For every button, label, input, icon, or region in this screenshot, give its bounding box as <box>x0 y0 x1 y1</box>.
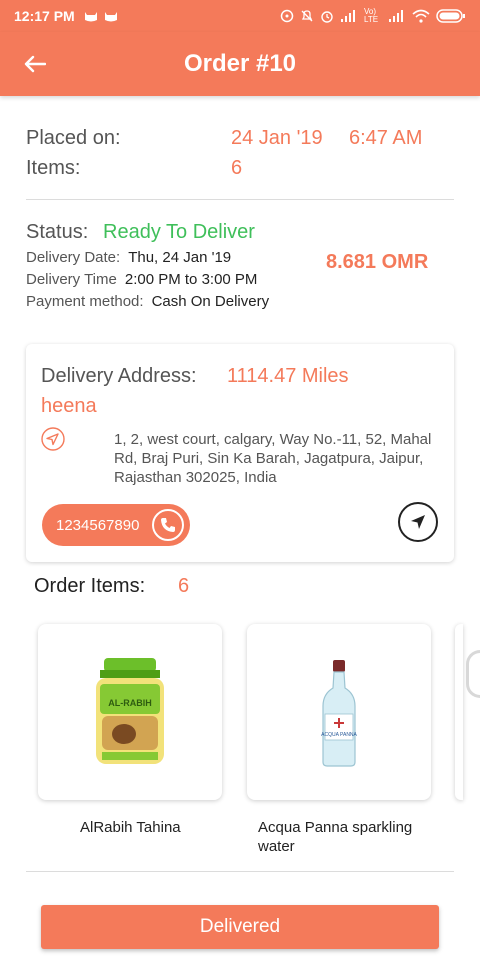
customer-name: heena <box>41 395 97 417</box>
divider <box>26 871 454 872</box>
divider <box>26 199 454 200</box>
product-name: AlRabih Tahina <box>80 819 181 836</box>
product-image: ACQUA PANNA <box>321 660 358 767</box>
scroll-hint <box>466 650 480 698</box>
network-label: Vo) LTE <box>364 7 379 24</box>
status-label: Status: <box>26 221 89 243</box>
product-card[interactable]: ACQUA PANNA <box>247 624 431 800</box>
product-image: AL-RABIH <box>96 658 164 764</box>
mute-icon <box>301 10 313 22</box>
payment-row: Payment method: Cash On Delivery <box>26 293 269 310</box>
status-bar: 12:17 PM Vo) LTE <box>0 0 480 32</box>
order-total: 8.681 OMR <box>326 251 429 273</box>
hotspot-icon <box>280 9 294 23</box>
call-button[interactable]: 1234567890 <box>42 504 190 546</box>
back-button[interactable] <box>0 32 70 96</box>
delivery-date-label: Delivery Date: <box>26 249 121 266</box>
delivery-date-row: Delivery Date: Thu, 24 Jan '19 <box>26 249 231 266</box>
items-label: Items: <box>26 157 81 179</box>
status-value: Ready To Deliver <box>103 221 255 243</box>
distance: 1114.47 Miles <box>227 365 349 387</box>
product-label: AL-RABIH <box>108 698 152 708</box>
product-name: Acqua Panna sparkling water <box>258 819 413 855</box>
delivery-time: 2:00 PM to 3:00 PM <box>124 271 258 288</box>
status-time: 12:17 PM <box>14 8 75 24</box>
system-icons: Vo) LTE <box>280 8 466 24</box>
delivery-date: Thu, 24 Jan '19 <box>128 249 232 266</box>
product-card-partial[interactable] <box>455 624 463 800</box>
app-bar: Order #10 <box>0 32 480 96</box>
product-label: ACQUA PANNA <box>321 732 357 738</box>
cat-icon <box>84 12 97 22</box>
wifi-icon <box>412 9 430 23</box>
page-title: Order #10 <box>183 50 297 77</box>
battery-icon <box>436 9 465 23</box>
signal-icon <box>389 10 403 22</box>
delivery-time-label: Delivery Time <box>26 271 117 288</box>
delivery-time-row: Delivery Time 2:00 PM to 3:00 PM <box>26 271 257 288</box>
cat-icon <box>104 12 117 22</box>
arrow-left-icon <box>24 55 46 73</box>
payment-label: Payment method: <box>26 293 144 310</box>
phone-icon <box>152 509 184 541</box>
placed-time: 6:47 AM <box>349 127 423 149</box>
product-card[interactable]: AL-RABIH <box>38 624 222 800</box>
order-items-count: 6 <box>178 575 190 597</box>
notification-icons <box>83 10 119 22</box>
delivered-button[interactable]: Delivered <box>41 905 439 949</box>
items-count: 6 <box>231 157 243 179</box>
address-label: Delivery Address: <box>41 365 197 387</box>
phone-number: 1234567890 <box>56 516 140 534</box>
placed-on-label: Placed on: <box>26 127 121 149</box>
alarm-icon <box>321 11 333 23</box>
payment-value: Cash On Delivery <box>151 293 270 310</box>
location-arrow-icon <box>41 427 65 451</box>
navigate-button[interactable] <box>398 502 438 542</box>
address-text: 1, 2, west court, calgary, Way No.-11, 5… <box>114 431 432 486</box>
signal-icon <box>341 10 355 22</box>
order-items-label: Order Items: <box>34 575 146 597</box>
address-card: Delivery Address: 1114.47 Miles heena 1,… <box>26 344 454 562</box>
placed-date: 24 Jan '19 <box>231 127 323 149</box>
navigation-arrow-icon <box>411 515 425 529</box>
